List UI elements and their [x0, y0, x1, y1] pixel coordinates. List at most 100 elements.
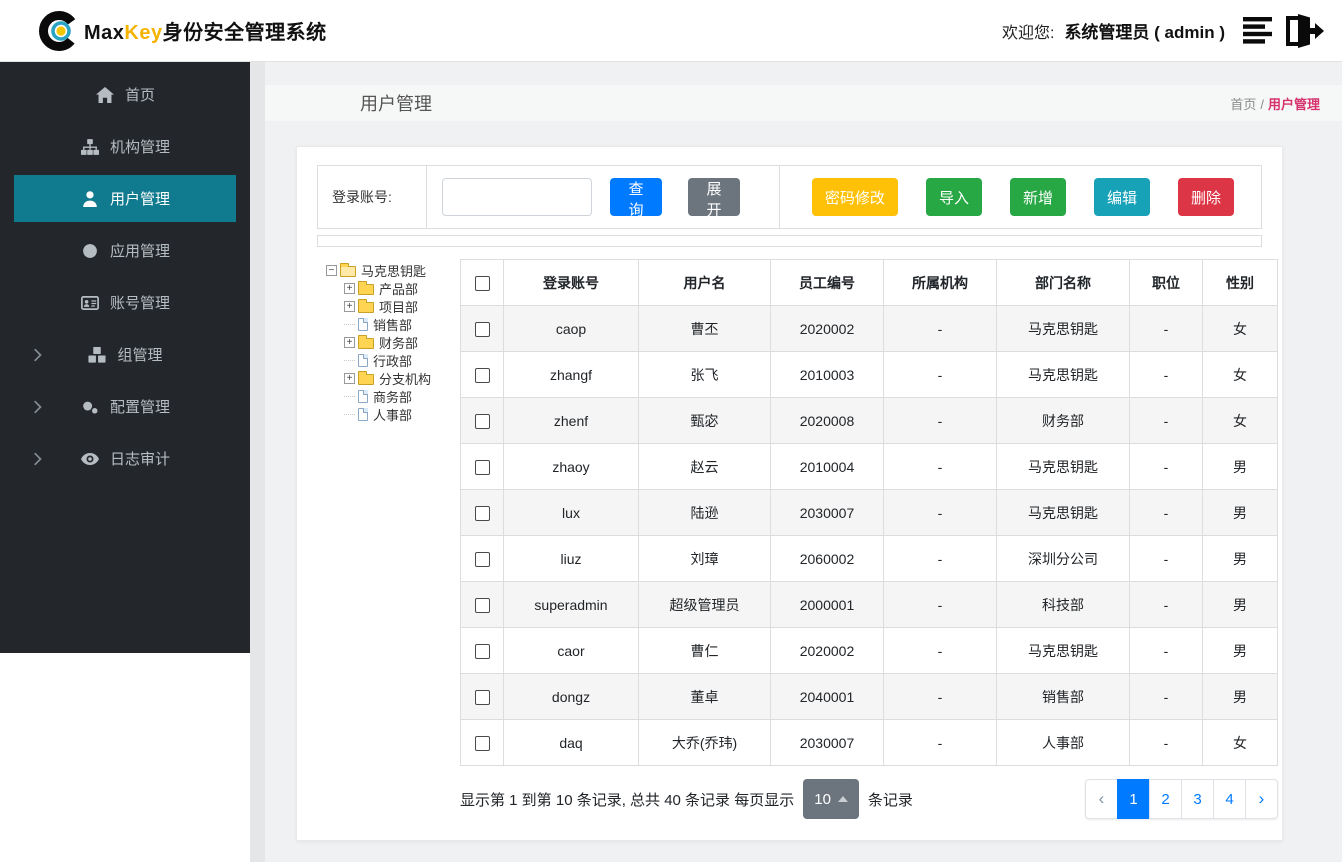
table-cell: zhaoy: [503, 443, 639, 490]
table-row[interactable]: daq 大乔(乔玮) 2030007- 人事部 - 女: [460, 719, 1278, 766]
content-card: 登录账号: 查询 展开 密码修改 导入 新增 编辑 删除 − 马克思钥匙 + 产品部 + 项目部销…: [296, 146, 1283, 841]
table-cell: 男: [1202, 627, 1278, 674]
tree-node: − 马克思钥匙: [326, 261, 460, 279]
sidebar-item-audit[interactable]: 日志审计: [14, 435, 236, 482]
main-content: 用户管理 首页 / 用户管理 登录账号: 查询 展开 密码修改 导入 新增 编辑 删除 − 马…: [265, 62, 1342, 862]
file-icon: [358, 407, 368, 421]
table-cell: 马克思钥匙: [996, 489, 1130, 536]
change-password-button[interactable]: 密码修改: [811, 178, 898, 216]
select-all-checkbox[interactable]: [474, 275, 490, 291]
page-size-select[interactable]: 10: [803, 779, 859, 819]
row-checkbox[interactable]: [474, 367, 490, 383]
sidebar-item-label: 日志审计: [109, 451, 170, 468]
tree-node-label[interactable]: 销售部: [371, 315, 414, 334]
tree-node-label[interactable]: 马克思钥匙: [359, 261, 428, 280]
logout-icon[interactable]: [1284, 13, 1324, 48]
table-cell: 销售部: [996, 673, 1130, 720]
row-checkbox[interactable]: [474, 505, 490, 521]
table-row[interactable]: zhangf 张飞 2010003- 马克思钥匙 - 女: [460, 351, 1278, 398]
tree-node-label[interactable]: 财务部: [377, 333, 420, 352]
table-row[interactable]: zhenf 甄宓 2020008- 财务部 - 女: [460, 397, 1278, 444]
table-cell: 男: [1202, 489, 1278, 536]
sidebar-item-account[interactable]: 账号管理: [14, 279, 236, 326]
table-cell: -: [1129, 673, 1203, 720]
tree-node-label[interactable]: 行政部: [371, 351, 414, 370]
sidebar-item-user[interactable]: 用户管理: [14, 175, 236, 222]
expand-icon[interactable]: +: [344, 300, 355, 312]
row-checkbox[interactable]: [474, 551, 490, 567]
id-card-icon: [80, 295, 100, 311]
sidebar-item-group[interactable]: 组管理: [14, 331, 236, 378]
delete-button[interactable]: 删除: [1177, 178, 1234, 216]
sidebar-item-label: 应用管理: [109, 243, 170, 260]
pagination-page-4[interactable]: 4: [1213, 779, 1246, 819]
expand-button[interactable]: 展开: [688, 178, 740, 219]
pagination-page-2[interactable]: 2: [1149, 779, 1182, 819]
pagination-prev[interactable]: ‹: [1085, 779, 1118, 819]
table-row[interactable]: dongz 董卓 2040001- 销售部 - 男: [460, 673, 1278, 720]
sidebar-item-label: 首页: [124, 87, 155, 104]
expand-icon[interactable]: +: [344, 372, 355, 384]
tree-node-label[interactable]: 产品部: [377, 279, 420, 298]
folder-icon: [358, 334, 374, 349]
column-header: 职位: [1129, 259, 1203, 306]
table-row[interactable]: lux 陆逊 2030007- 马克思钥匙 - 男: [460, 489, 1278, 536]
row-checkbox[interactable]: [474, 735, 490, 751]
row-select-cell: [460, 719, 504, 766]
tree-node-label[interactable]: 分支机构: [377, 369, 433, 388]
edit-button[interactable]: 编辑: [1093, 178, 1150, 216]
table-cell: -: [883, 351, 997, 398]
breadcrumb-home-link[interactable]: 首页: [1230, 97, 1256, 112]
eye-icon: [80, 451, 100, 467]
table-cell: -: [883, 443, 997, 490]
sidebar-item-app[interactable]: 应用管理: [14, 227, 236, 274]
records-info-prefix: 显示第 1 到第 10 条记录, 总共 40 条记录 每页显示: [460, 791, 795, 809]
tree-node: + 项目部: [344, 297, 460, 315]
tree-node-label[interactable]: 人事部: [371, 405, 414, 424]
sidebar-item-config[interactable]: 配置管理: [14, 383, 236, 430]
row-checkbox[interactable]: [474, 459, 490, 475]
table-row[interactable]: zhaoy 赵云 2010004- 马克思钥匙 - 男: [460, 443, 1278, 490]
row-checkbox[interactable]: [474, 597, 490, 613]
sidebar-item-home[interactable]: 首页: [14, 71, 236, 118]
table-cell: 女: [1202, 351, 1278, 398]
table-cell: -: [883, 673, 997, 720]
import-button[interactable]: 导入: [925, 178, 982, 216]
pagination-page-1[interactable]: 1: [1117, 779, 1150, 819]
row-checkbox[interactable]: [474, 321, 490, 337]
table-row[interactable]: caor 曹仁 2020002- 马克思钥匙 - 男: [460, 627, 1278, 674]
login-account-input[interactable]: [442, 178, 592, 216]
table-row[interactable]: caop 曹丕 2020002- 马克思钥匙 - 女: [460, 305, 1278, 352]
row-checkbox[interactable]: [474, 413, 490, 429]
pagination-next[interactable]: ›: [1245, 779, 1278, 819]
add-button[interactable]: 新增: [1009, 178, 1066, 216]
expand-icon[interactable]: +: [344, 282, 355, 294]
table-cell: -: [1129, 305, 1203, 352]
row-checkbox[interactable]: [474, 689, 490, 705]
table-cell: 2010004: [770, 443, 884, 490]
expand-icon[interactable]: +: [344, 336, 355, 348]
table-cell: daq: [503, 719, 639, 766]
sidebar-item-org[interactable]: 机构管理: [14, 123, 236, 170]
table-cell: 董卓: [638, 673, 771, 720]
table-cell: zhenf: [503, 397, 639, 444]
table-cell: -: [1129, 489, 1203, 536]
table-cell: 超级管理员: [638, 581, 771, 628]
column-header: 登录账号: [503, 259, 639, 306]
row-select-cell: [460, 489, 504, 536]
row-checkbox[interactable]: [474, 643, 490, 659]
column-header: 所属机构: [883, 259, 997, 306]
row-select-cell: [460, 673, 504, 720]
query-button[interactable]: 查询: [610, 178, 662, 219]
tree-node-label[interactable]: 商务部: [371, 387, 414, 406]
sidebar-menu: 首页机构管理用户管理应用管理账号管理组管理配置管理日志审计: [0, 62, 250, 653]
file-icon: [358, 389, 368, 403]
table-cell: 赵云: [638, 443, 771, 490]
table-cell: -: [1129, 443, 1203, 490]
hamburger-icon[interactable]: [1243, 17, 1274, 44]
collapse-icon[interactable]: −: [326, 264, 337, 276]
table-row[interactable]: superadmin 超级管理员 2000001- 科技部 - 男: [460, 581, 1278, 628]
pagination-page-3[interactable]: 3: [1181, 779, 1214, 819]
table-row[interactable]: liuz 刘璋 2060002- 深圳分公司 - 男: [460, 535, 1278, 582]
tree-node-label[interactable]: 项目部: [377, 297, 420, 316]
